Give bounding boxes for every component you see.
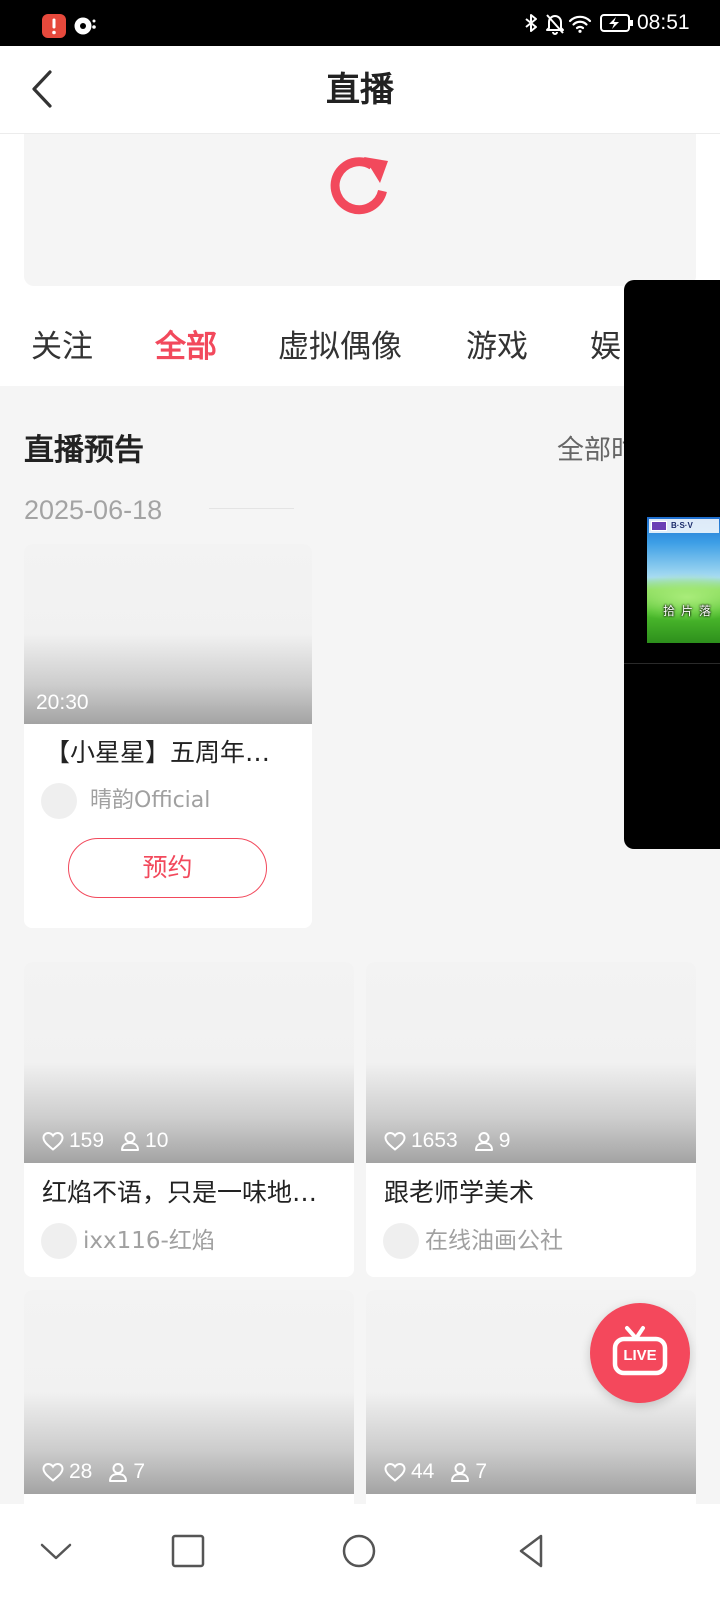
bell-off-icon (546, 14, 564, 35)
video-subtitle: 拾片落 (663, 604, 718, 618)
top-area: 关注 全部 虚拟偶像 游戏 娱 (0, 134, 720, 386)
preview-thumbnail: 20:30 (24, 544, 312, 724)
page-title: 直播 (326, 70, 394, 110)
circle-home-icon[interactable] (341, 1533, 377, 1569)
heart-icon (384, 1462, 406, 1482)
host-name: ixx116-红焰 (83, 1228, 215, 1254)
chevron-left-icon (32, 70, 52, 108)
live-stats: 44 7 (384, 1459, 487, 1485)
person-icon (451, 1463, 470, 1482)
status-bar: 08:51 (0, 0, 720, 46)
avatar (383, 1223, 419, 1259)
avatar (41, 1223, 77, 1259)
disc-app-icon (74, 17, 96, 35)
live-title: 红焰不语，只是一味地… (42, 1178, 318, 1207)
viewer-count: 9 (498, 1129, 511, 1152)
heart-icon (42, 1131, 64, 1151)
mini-video-player[interactable]: B·S·V 拾片落 (624, 280, 720, 849)
live-stats: 1653 9 (384, 1128, 510, 1154)
tab-follow[interactable]: 关注 (31, 319, 93, 375)
live-stats: 28 7 (42, 1459, 145, 1485)
preview-card[interactable]: 20:30 【小星星】五周年… 晴韵Official 预约 (24, 544, 312, 928)
live-thumbnail: 159 10 (24, 962, 354, 1163)
refresh-icon[interactable] (324, 151, 394, 221)
section-title: 直播预告 (24, 433, 144, 468)
person-icon (109, 1463, 128, 1482)
avatar (41, 783, 77, 819)
tab-all[interactable]: 全部 (155, 319, 217, 375)
like-count: 159 (69, 1129, 105, 1152)
preview-title: 【小星星】五周年… (45, 738, 271, 767)
alert-notification-icon (42, 14, 66, 38)
tab-games[interactable]: 游戏 (466, 319, 528, 375)
host-name: 晴韵Official (90, 788, 211, 813)
clock: 08:51 (637, 11, 690, 34)
live-floating-button[interactable]: LIVE (590, 1303, 690, 1403)
tab-virtual-idol[interactable]: 虚拟偶像 (278, 319, 402, 375)
square-recents-icon[interactable] (171, 1534, 205, 1568)
live-label: LIVE (623, 1347, 657, 1364)
heart-icon (384, 1131, 406, 1151)
preview-start-time: 20:30 (36, 691, 89, 714)
live-stats: 159 10 (42, 1128, 168, 1154)
wifi-icon (568, 15, 592, 33)
triangle-back-icon[interactable] (516, 1533, 546, 1569)
logo-mark (651, 521, 667, 531)
like-count: 28 (69, 1460, 93, 1483)
live-thumbnail: 1653 9 (366, 962, 696, 1163)
live-card[interactable]: 159 10 红焰不语，只是一味地… ixx116-红焰 (24, 962, 354, 1277)
banner[interactable] (24, 134, 696, 286)
live-card[interactable]: 1653 9 跟老师学美术 在线油画公社 (366, 962, 696, 1277)
heart-icon (42, 1462, 64, 1482)
header: 直播 (0, 46, 720, 134)
divider (209, 508, 294, 509)
viewer-count: 10 (145, 1129, 169, 1152)
video-frame[interactable]: B·S·V 拾片落 (647, 517, 720, 643)
viewer-count: 7 (133, 1460, 146, 1483)
video-logo: B·S·V (649, 519, 719, 533)
chevron-down-icon[interactable] (39, 1542, 73, 1562)
viewer-count: 7 (475, 1460, 488, 1483)
preview-date: 2025-06-18 (24, 495, 163, 525)
person-icon (121, 1132, 140, 1151)
reserve-button[interactable]: 预约 (68, 838, 267, 898)
live-thumbnail: 28 7 (24, 1290, 354, 1494)
logo-text: B·S·V (671, 521, 693, 530)
back-button[interactable] (22, 64, 62, 114)
like-count: 44 (411, 1460, 435, 1483)
battery-charging-icon (600, 14, 633, 32)
divider (624, 663, 720, 664)
live-title: 跟老师学美术 (384, 1178, 535, 1207)
bluetooth-icon (525, 14, 537, 32)
host-name: 在线油画公社 (425, 1228, 563, 1254)
person-icon (474, 1132, 493, 1151)
tab-entertainment[interactable]: 娱 (590, 319, 621, 375)
like-count: 1653 (411, 1129, 458, 1152)
system-nav-bar (0, 1504, 720, 1600)
